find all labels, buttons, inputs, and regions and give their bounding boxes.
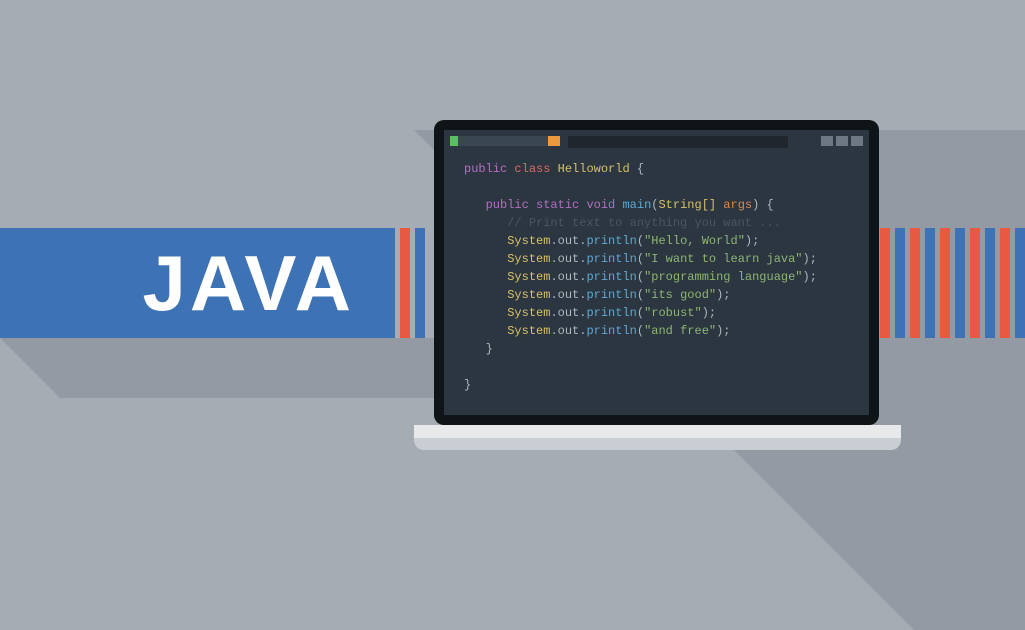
stripe [895, 228, 905, 338]
stripe [970, 228, 980, 338]
window-controls [821, 136, 863, 146]
screen-frame: public class Helloworld { public static … [434, 120, 879, 425]
code-editor-screen: public class Helloworld { public static … [444, 130, 869, 415]
stripes-right [880, 228, 1025, 338]
stripe [400, 228, 410, 338]
stripe [1015, 228, 1025, 338]
title-bar [568, 136, 788, 148]
code-block: public class Helloworld { public static … [464, 160, 817, 394]
stripe [1000, 228, 1010, 338]
laptop-base [414, 425, 901, 438]
editor-topbar [450, 136, 863, 148]
maximize-icon [836, 136, 848, 146]
stripe [925, 228, 935, 338]
banner-title: JAVA [143, 238, 356, 329]
stripe [910, 228, 920, 338]
close-icon [851, 136, 863, 146]
laptop-edge [414, 438, 901, 450]
laptop: public class Helloworld { public static … [434, 120, 879, 460]
stripe [985, 228, 995, 338]
tab-inactive [458, 136, 548, 146]
java-banner: JAVA [0, 228, 395, 338]
stripe [415, 228, 425, 338]
minimize-icon [821, 136, 833, 146]
tab-indicator [450, 136, 458, 146]
stripes-left [400, 228, 425, 338]
stripe [955, 228, 965, 338]
stripe [940, 228, 950, 338]
tab-modified-icon [548, 136, 560, 146]
stripe [880, 228, 890, 338]
